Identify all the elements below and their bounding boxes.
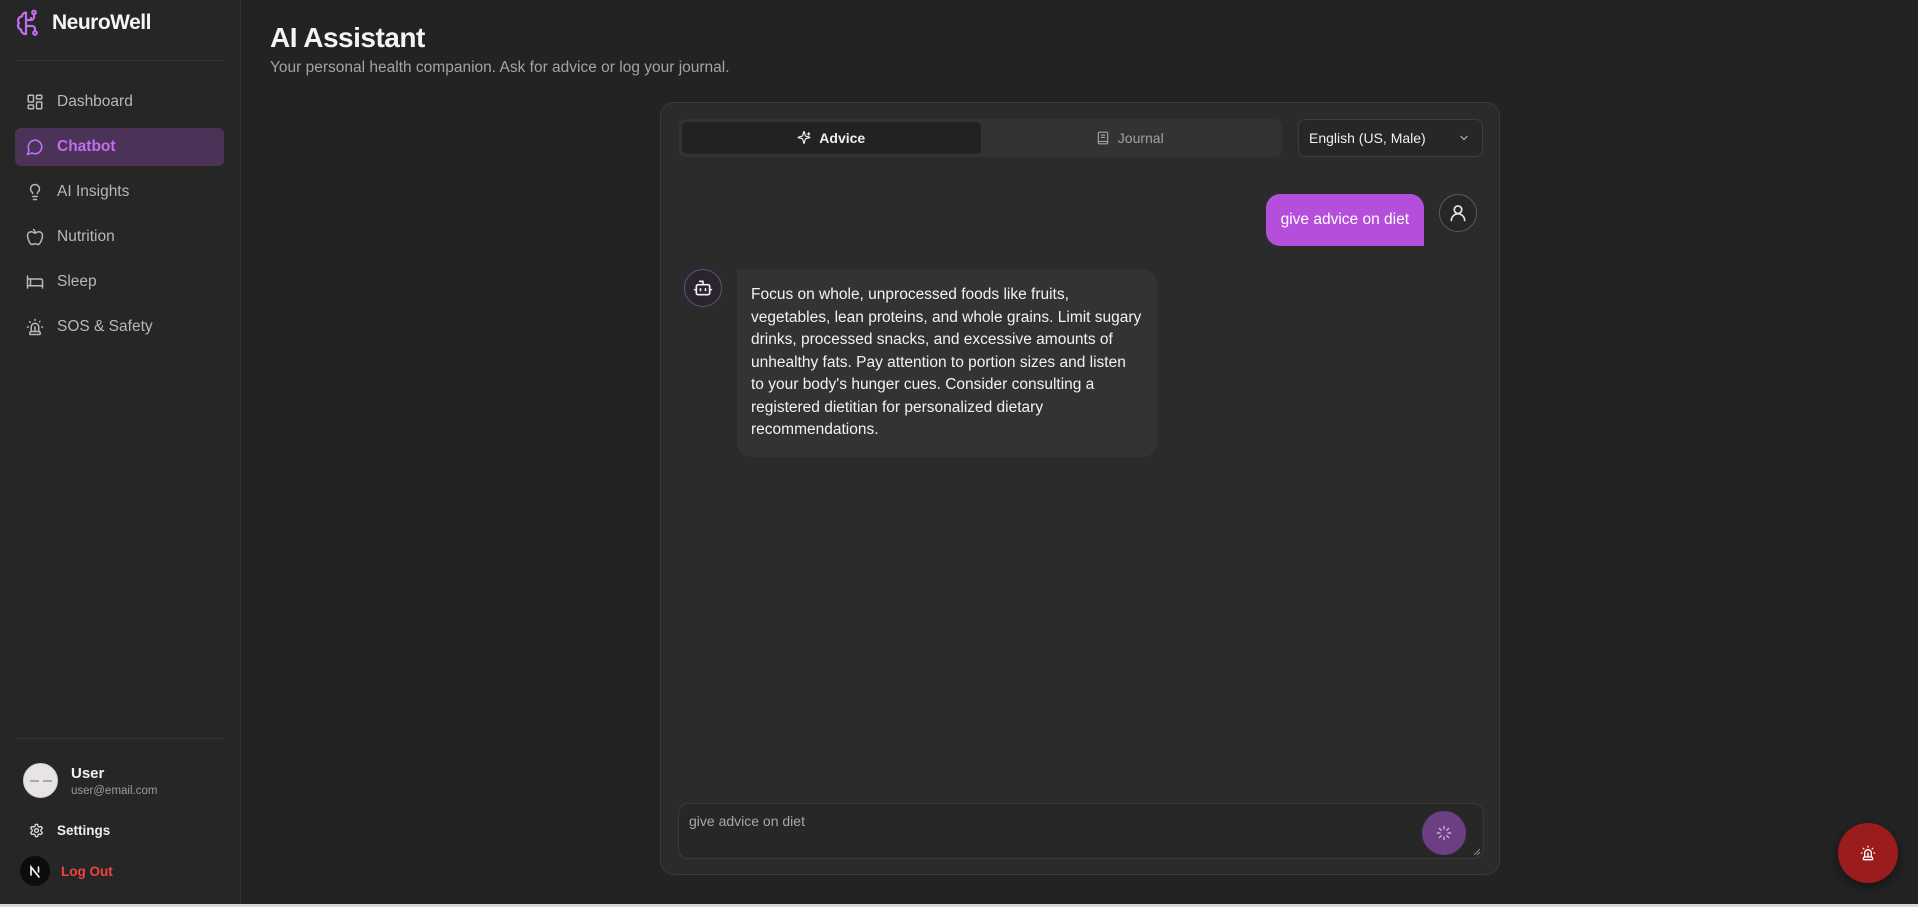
logout-button[interactable]: Log Out [20, 856, 113, 886]
bot-icon [693, 280, 713, 296]
user-name: User [71, 764, 105, 782]
user-icon [1450, 205, 1466, 222]
next-logo-icon [20, 856, 50, 886]
mode-tabs: Advice Journal [679, 119, 1282, 157]
sidebar-item-nutrition[interactable]: Nutrition [15, 218, 224, 256]
bed-icon [26, 275, 44, 289]
apple-icon [26, 228, 44, 246]
lightbulb-icon [29, 183, 41, 201]
chat-panel: Advice Journal English (US, Male) give a… [660, 102, 1500, 875]
sidebar-nav: Dashboard Chatbot AI Insights Nutrition … [15, 83, 224, 353]
sidebar-item-label: Dashboard [57, 93, 133, 110]
sidebar-item-dashboard[interactable]: Dashboard [15, 83, 224, 121]
brand-name: NeuroWell [52, 11, 151, 34]
sos-button[interactable] [1838, 823, 1898, 883]
avatar-placeholder-icon [29, 779, 52, 782]
tab-advice[interactable]: Advice [682, 122, 981, 154]
sidebar-divider [15, 60, 226, 61]
user-profile[interactable]: User user@email.com [23, 763, 157, 798]
gear-icon [30, 823, 43, 838]
sidebar-item-label: AI Insights [57, 183, 130, 200]
resize-handle-icon[interactable] [1473, 848, 1481, 856]
sidebar-divider [15, 738, 226, 739]
avatar [23, 763, 58, 798]
brand[interactable]: NeuroWell [14, 8, 151, 38]
siren-icon [26, 318, 44, 336]
brain-logo-icon [16, 9, 38, 36]
page-subtitle: Your personal health companion. Ask for … [270, 59, 730, 76]
user-message: give advice on diet [1265, 194, 1424, 246]
language-select[interactable]: English (US, Male) [1298, 119, 1483, 157]
sidebar-item-label: Sleep [57, 273, 97, 290]
send-button[interactable] [1422, 811, 1466, 855]
sidebar-item-chatbot[interactable]: Chatbot [15, 128, 224, 166]
loading-spinner-icon [1436, 825, 1452, 841]
settings-label: Settings [57, 823, 111, 838]
sparkles-icon [797, 131, 811, 144]
message-input[interactable] [689, 810, 1409, 832]
chevron-down-icon [1460, 135, 1468, 141]
sidebar-item-label: Nutrition [57, 228, 115, 245]
sidebar-item-label: SOS & Safety [57, 318, 153, 335]
siren-icon [1860, 845, 1876, 861]
notebook-icon [1097, 131, 1109, 145]
language-value: English (US, Male) [1309, 130, 1426, 146]
dashboard-grid-icon [27, 94, 43, 110]
bot-avatar [684, 269, 722, 307]
sidebar-item-sleep[interactable]: Sleep [15, 263, 224, 301]
message-composer [678, 803, 1484, 859]
user-avatar [1439, 194, 1477, 232]
settings-button[interactable]: Settings [29, 823, 110, 838]
chat-bubble-icon [26, 139, 43, 156]
tab-journal[interactable]: Journal [981, 122, 1280, 154]
sidebar: NeuroWell Dashboard Chatbot AI Insights … [0, 0, 241, 907]
sidebar-item-sos-safety[interactable]: SOS & Safety [15, 308, 224, 346]
logout-label: Log Out [61, 863, 113, 879]
page-title: AI Assistant [270, 22, 425, 53]
bot-message: Focus on whole, unprocessed foods like f… [737, 269, 1157, 457]
sidebar-item-ai-insights[interactable]: AI Insights [15, 173, 224, 211]
sidebar-item-label: Chatbot [57, 138, 116, 155]
tab-journal-label: Journal [1117, 130, 1164, 146]
tab-advice-label: Advice [819, 130, 866, 146]
user-email: user@email.com [71, 784, 158, 797]
